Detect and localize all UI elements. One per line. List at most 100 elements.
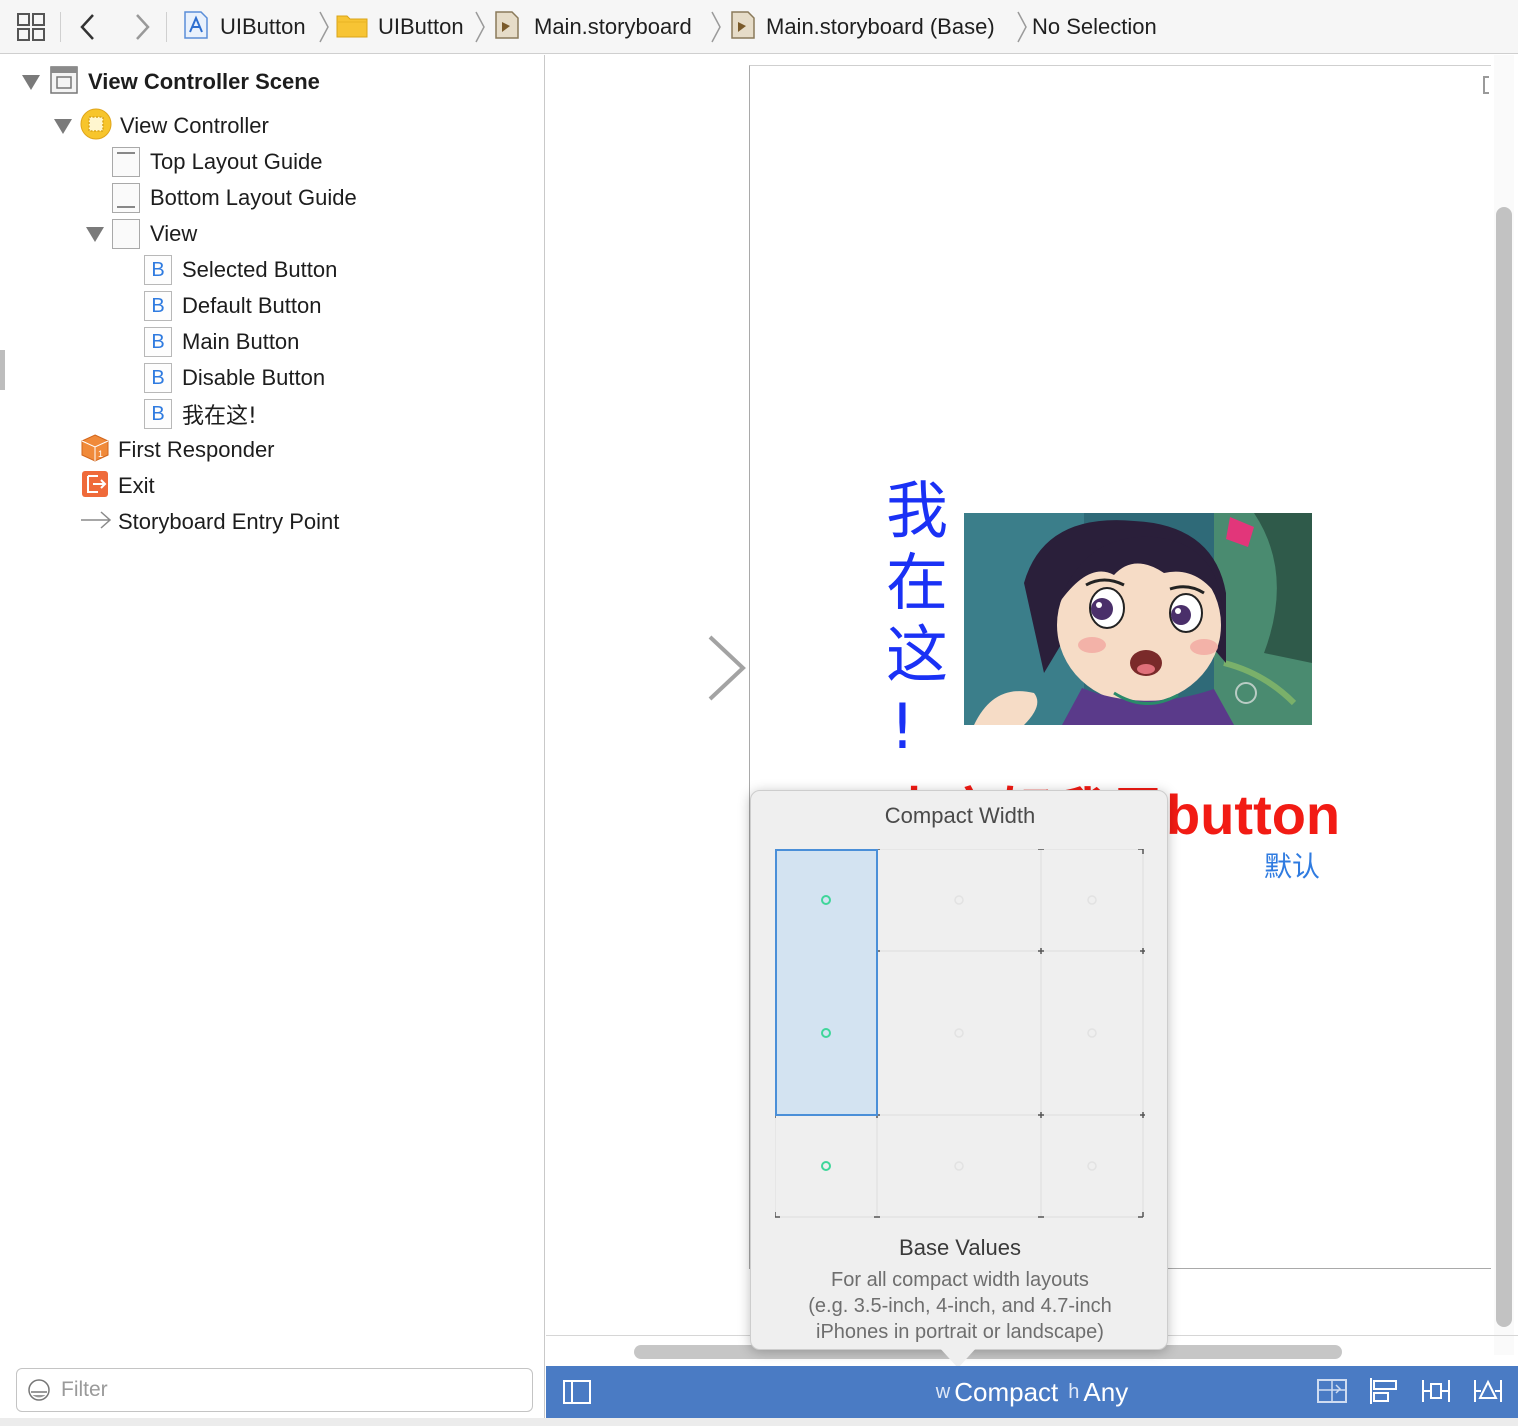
pin-icon[interactable] [1420, 1376, 1452, 1411]
vertical-text-button[interactable]: 我 在 这 ! [886, 475, 948, 763]
disclosure-triangle-icon[interactable] [86, 226, 104, 242]
canvas-bottom-bar: w Compact h Any [546, 1366, 1518, 1418]
outline-row-button[interactable]: B 我在这! [144, 397, 257, 431]
cartoon-image-button[interactable] [964, 513, 1312, 725]
layout-guide-icon [112, 147, 140, 177]
entry-point-arrow-icon [80, 505, 112, 540]
storyboard-entry-arrow-icon[interactable] [554, 633, 750, 708]
back-arrow-icon[interactable] [78, 0, 98, 54]
disclosure-triangle-icon[interactable] [54, 118, 72, 134]
vertical-char: 在 [886, 546, 949, 619]
breadcrumb-label: UIButton [378, 14, 464, 39]
outline-row-first-responder[interactable]: 1 First Responder [80, 433, 275, 467]
button-label: Disable Button [182, 365, 326, 390]
height-class-value: Any [1083, 1376, 1129, 1407]
button-icon: B [144, 255, 172, 285]
scene-label: View Controller Scene [88, 69, 320, 94]
forward-arrow-icon[interactable] [132, 0, 152, 54]
breadcrumb-folder[interactable]: UIButton [336, 0, 464, 54]
chevron-right-icon [318, 0, 330, 54]
layout-guide-icon [112, 183, 140, 213]
popover-arrow [938, 1346, 978, 1368]
disclosure-triangle-icon[interactable] [22, 74, 40, 90]
popover-subtitle: Base Values [899, 1235, 1021, 1260]
outline-row-entry-point[interactable]: Storyboard Entry Point [80, 505, 339, 539]
chevron-right-icon [710, 0, 722, 54]
button-label: Default Button [182, 293, 322, 318]
default-button-text[interactable]: 默认 [1264, 845, 1320, 885]
outline-row-button[interactable]: B Default Button [144, 289, 321, 323]
document-outline: View Controller Scene View Controller To… [0, 55, 545, 1426]
outline-edge-marker [0, 350, 5, 390]
folder-icon [336, 12, 368, 43]
svg-text:1: 1 [98, 449, 103, 459]
popover-description-line: iPhones in portrait or landscape) [816, 1321, 1104, 1343]
app-project-icon [182, 10, 210, 45]
filter-icon [27, 1378, 51, 1402]
outline-row-scene[interactable]: View Controller Scene [22, 65, 320, 99]
window-bottom-strip [0, 1418, 1518, 1426]
frame-corner-marker [1483, 76, 1489, 94]
view-controller-label: View Controller [120, 113, 269, 138]
button-icon: B [144, 327, 172, 357]
cartoon-girl-image [964, 513, 1312, 725]
width-prefix: w [935, 1380, 951, 1403]
popover-title: Compact Width [884, 803, 1036, 828]
button-icon: B [144, 291, 172, 321]
button-label: 我在这! [182, 404, 257, 429]
vertical-char: 这 [886, 618, 949, 691]
button-label: Main Button [182, 329, 300, 354]
outline-row-button[interactable]: B Main Button [144, 325, 299, 359]
vertical-scrollbar-thumb[interactable] [1496, 207, 1512, 1327]
button-label: Selected Button [182, 257, 338, 282]
entry-point-label: Storyboard Entry Point [118, 509, 340, 534]
breadcrumb-storyboard-base[interactable]: Main.storyboard (Base) [730, 0, 995, 54]
jump-bar: UIButton UIButton Main.storyboard Main.s… [0, 0, 1518, 54]
scene-icon [50, 65, 78, 99]
first-responder-label: First Responder [118, 437, 275, 462]
outline-row-top-layout-guide[interactable]: Top Layout Guide [112, 145, 322, 179]
exit-label: Exit [118, 473, 155, 498]
breadcrumb-label: Main.storyboard [534, 14, 692, 39]
outline-row-bottom-layout-guide[interactable]: Bottom Layout Guide [112, 181, 357, 215]
selected-compact-region [775, 849, 878, 1116]
breadcrumb-no-selection[interactable]: No Selection [1032, 0, 1157, 54]
width-class-value: Compact [954, 1376, 1059, 1407]
align-icon[interactable] [1368, 1376, 1400, 1411]
breadcrumb-label: No Selection [1032, 14, 1157, 39]
popover-description-line: (e.g. 3.5-inch, 4-inch, and 4.7-inch [808, 1295, 1112, 1317]
first-responder-cube-icon: 1 [80, 433, 110, 468]
chevron-right-icon [1016, 0, 1028, 54]
storyboard-file-icon [730, 10, 756, 45]
related-items-icon[interactable] [16, 0, 46, 54]
outline-row-exit[interactable]: Exit [80, 469, 155, 503]
button-icon: B [144, 399, 172, 429]
outline-row-button[interactable]: B Disable Button [144, 361, 325, 395]
size-class-popover: Compact Width Base Values For all compac… [750, 790, 1168, 1350]
popover-description-line: For all compact width layouts [831, 1269, 1089, 1291]
view-icon [112, 219, 140, 249]
top-layout-guide-label: Top Layout Guide [150, 149, 323, 174]
storyboard-file-icon [494, 10, 520, 45]
update-frames-icon[interactable] [1316, 1376, 1348, 1411]
view-label: View [150, 221, 198, 246]
size-class-grid[interactable] [775, 849, 1145, 1219]
filter-input[interactable] [61, 1378, 501, 1402]
height-prefix: h [1068, 1380, 1080, 1403]
outline-row-view[interactable]: View [86, 217, 197, 251]
outline-row-view-controller[interactable]: View Controller [54, 108, 269, 145]
chevron-right-icon [474, 0, 486, 54]
view-controller-icon [80, 108, 112, 145]
breadcrumb-project[interactable]: UIButton [182, 0, 306, 54]
filter-field[interactable] [16, 1368, 533, 1412]
outline-row-button[interactable]: B Selected Button [144, 253, 337, 287]
resolve-auto-layout-icon[interactable] [1472, 1376, 1504, 1411]
button-icon: B [144, 363, 172, 393]
breadcrumb-label: UIButton [220, 14, 306, 39]
breadcrumb-label: Main.storyboard (Base) [766, 14, 995, 39]
exit-icon [80, 469, 110, 504]
vertical-char: 我 [886, 474, 949, 547]
vertical-char: ! [890, 690, 915, 763]
breadcrumb-storyboard[interactable]: Main.storyboard [494, 0, 692, 54]
bottom-layout-guide-label: Bottom Layout Guide [150, 185, 357, 210]
